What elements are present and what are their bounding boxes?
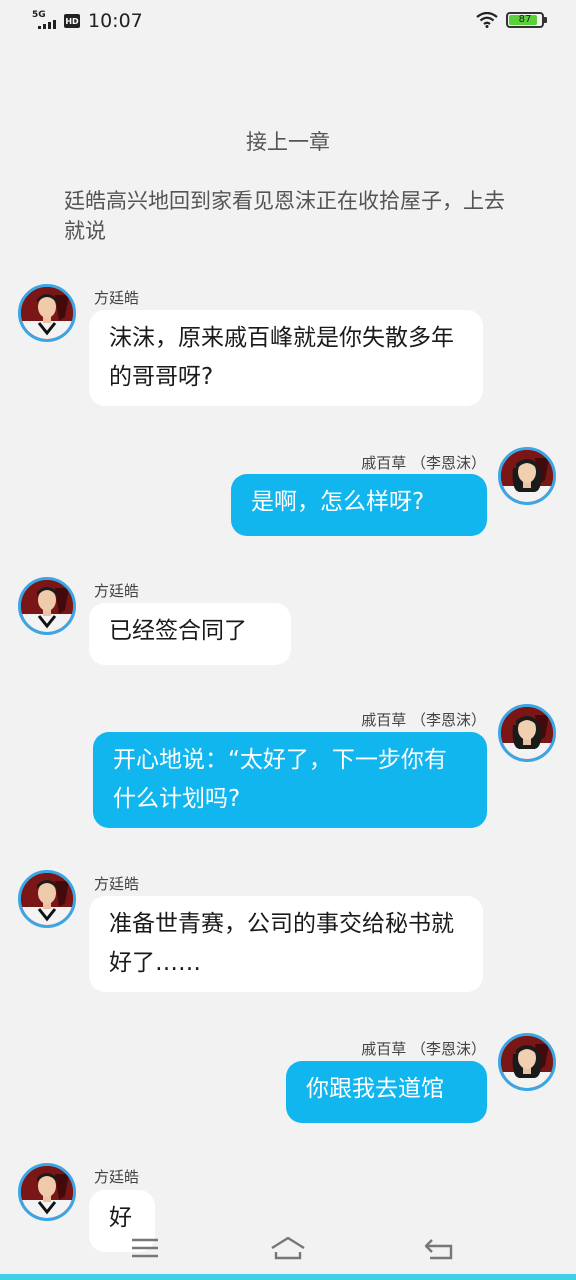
speaker-name: 方廷皓 — [94, 582, 140, 600]
message-bubble: 开心地说：“太好了，下一步你有什么计划吗? — [93, 732, 487, 828]
narration-text: 廷皓高兴地回到家看见恩沫正在收拾屋子，上去就说 — [64, 189, 505, 243]
speaker-name: 戚百草 （李恩沫） — [361, 1040, 486, 1058]
message-bubble: 沫沫，原来戚百峰就是你失散多年的哥哥呀? — [89, 310, 483, 406]
navigation-bar — [0, 1224, 576, 1274]
wifi-icon — [476, 12, 498, 28]
avatar-girl[interactable] — [498, 1033, 556, 1091]
avatar-boy[interactable] — [18, 577, 76, 635]
avatar-boy[interactable] — [18, 870, 76, 928]
message-bubble: 准备世青赛，公司的事交给秘书就好了…… — [89, 896, 483, 992]
message-bubble: 你跟我去道馆 — [286, 1061, 487, 1123]
network-type: 5G — [32, 10, 46, 20]
avatar-boy[interactable] — [18, 284, 76, 342]
battery-icon: 87 — [506, 12, 547, 28]
hd-voice-icon: HD — [64, 14, 80, 28]
back-icon[interactable] — [420, 1232, 460, 1264]
clock: 10:07 — [88, 10, 143, 32]
status-bar: 5G HD 10:07 87 — [0, 0, 576, 44]
battery-level: 87 — [518, 14, 532, 25]
home-icon[interactable] — [268, 1232, 308, 1264]
message-bubble: 已经签合同了 — [89, 603, 291, 665]
speaker-name: 方廷皓 — [94, 1168, 140, 1186]
speaker-name: 方廷皓 — [94, 289, 140, 307]
previous-chapter-link[interactable]: 接上一章 — [0, 126, 576, 156]
speaker-name: 方廷皓 — [94, 875, 140, 893]
avatar-girl[interactable] — [498, 704, 556, 762]
avatar-girl[interactable] — [498, 447, 556, 505]
avatar-boy[interactable] — [18, 1163, 76, 1221]
speaker-name: 戚百草 （李恩沫） — [361, 454, 486, 472]
cellular-signal-icon: 5G — [32, 10, 56, 31]
menu-icon[interactable] — [125, 1232, 165, 1264]
speaker-name: 戚百草 （李恩沫） — [361, 711, 486, 729]
bottom-edge-bar — [0, 1274, 576, 1280]
message-bubble: 是啊，怎么样呀? — [231, 474, 487, 536]
